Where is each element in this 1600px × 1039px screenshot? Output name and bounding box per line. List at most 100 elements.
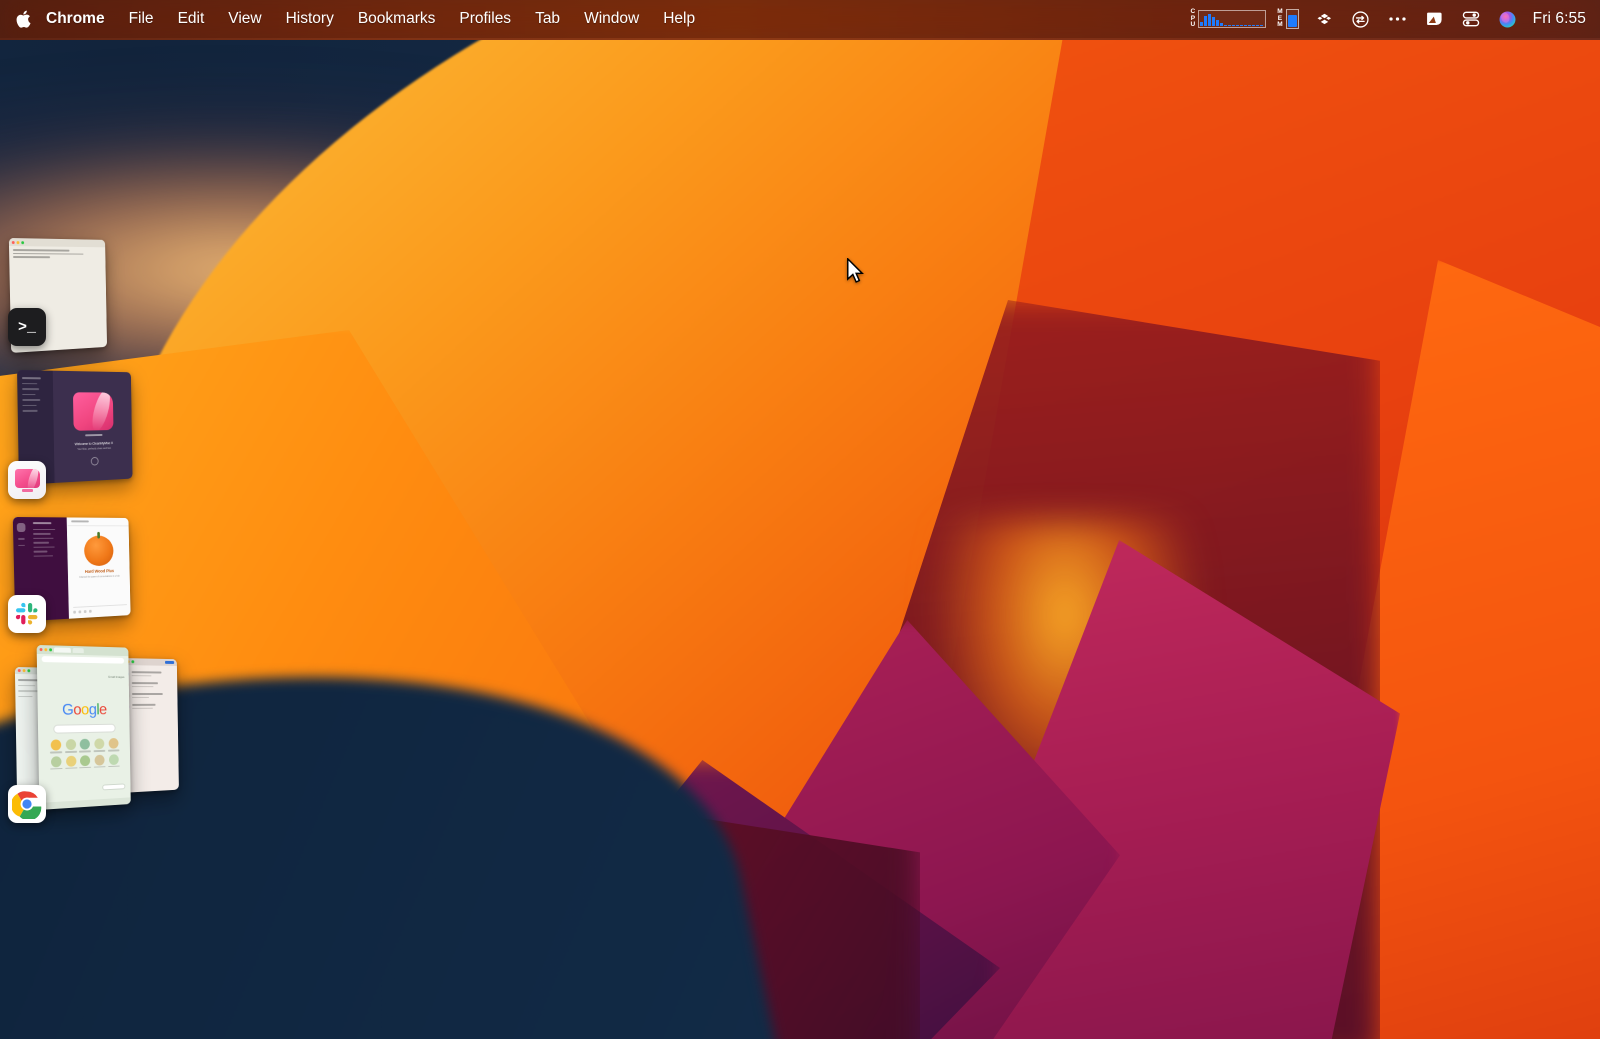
- cpu-graph: [1198, 10, 1267, 28]
- chrome-shortcut-favicon: [65, 755, 77, 767]
- chrome-shortcut-label: [50, 751, 63, 754]
- memory-monitor[interactable]: MEM: [1271, 0, 1306, 38]
- cpu-bar-12: [1248, 25, 1252, 26]
- chrome-shortcut-favicon: [50, 739, 62, 751]
- mem-gauge: [1285, 9, 1299, 29]
- browser-tab[interactable]: [72, 647, 84, 654]
- chrome-shortcut-label: [93, 749, 106, 752]
- display-shape-icon[interactable]: [1416, 0, 1453, 38]
- menu-item-window[interactable]: Window: [572, 6, 651, 32]
- zoom-button[interactable]: [21, 240, 25, 244]
- menu-bar-status-area: CPU MEM Fri 6:55: [1182, 0, 1600, 38]
- dropbox-icon[interactable]: [1307, 0, 1342, 38]
- chrome-shortcut-tile[interactable]: [50, 739, 63, 754]
- cpu-bar-2: [1208, 13, 1212, 26]
- cpu-bar-6: [1224, 24, 1228, 26]
- slack-message-pane: Hard Wood Plus Channel the power of conv…: [67, 517, 131, 619]
- cpu-bar-8: [1232, 25, 1236, 26]
- chrome-shortcut-tile[interactable]: [64, 739, 78, 753]
- minimize-button[interactable]: [16, 240, 20, 244]
- chrome-tab-strip[interactable]: [36, 644, 129, 657]
- menu-item-view[interactable]: View: [216, 6, 273, 32]
- cpu-monitor[interactable]: CPU: [1182, 0, 1272, 38]
- terminal-app-icon[interactable]: >_: [8, 308, 46, 346]
- slack-headline: Hard Wood Plus: [84, 568, 114, 574]
- cpu-bar-1: [1204, 15, 1208, 26]
- close-button[interactable]: [11, 240, 15, 244]
- chrome-shortcut-tile[interactable]: [93, 738, 106, 752]
- cpu-bar-11: [1244, 25, 1248, 26]
- cpu-bar-0: [1200, 21, 1204, 26]
- window-thumbnail-slack[interactable]: Hard Wood Plus Channel the power of conv…: [0, 505, 160, 640]
- slack-subhead: Channel the power of conversations in a …: [79, 574, 120, 579]
- menu-item-bookmarks[interactable]: Bookmarks: [346, 6, 448, 32]
- menu-item-history[interactable]: History: [274, 6, 346, 32]
- arrow-pointer-cursor: [847, 258, 864, 283]
- cpu-bar-3: [1212, 17, 1216, 26]
- cleanmymac-app-icon[interactable]: [8, 461, 46, 499]
- chrome-shortcut-tile[interactable]: [93, 754, 106, 768]
- chrome-shortcut-favicon: [94, 738, 105, 750]
- cpu-label: CPU: [1190, 8, 1196, 29]
- chrome-shortcut-label: [79, 766, 92, 769]
- apple-menu-icon[interactable]: [0, 10, 34, 28]
- chrome-logo-glyph: [12, 791, 42, 819]
- chrome-shortcut-favicon: [94, 754, 105, 766]
- window-thumbnail-terminal[interactable]: >_: [0, 230, 150, 365]
- sync-circle-icon[interactable]: [1342, 0, 1379, 38]
- chrome-app-icon[interactable]: [8, 785, 46, 823]
- menu-item-profiles[interactable]: Profiles: [447, 6, 523, 32]
- ellipsis-icon[interactable]: [1379, 0, 1416, 38]
- chrome-shortcut-label: [65, 766, 78, 769]
- cleanmymac-subhead: Your Mac, perfectly clean and fast: [77, 446, 111, 451]
- menubar-clock[interactable]: Fri 6:55: [1526, 10, 1586, 28]
- menu-item-file[interactable]: File: [117, 6, 166, 32]
- cpu-bar-7: [1228, 25, 1232, 26]
- control-center-icon[interactable]: [1453, 0, 1489, 38]
- menu-item-help[interactable]: Help: [651, 6, 707, 32]
- desktop-screen: Chrome File Edit View History Bookmarks …: [0, 0, 1600, 1039]
- cpu-bar-13: [1252, 25, 1256, 26]
- menu-item-tab[interactable]: Tab: [523, 6, 572, 32]
- chrome-shortcut-tile[interactable]: [107, 737, 120, 752]
- slack-hero-graphic: [84, 535, 114, 567]
- cleanmymac-stand-glyph: [21, 489, 33, 492]
- cpu-bar-9: [1236, 25, 1240, 26]
- chrome-shortcut-favicon: [80, 738, 91, 750]
- browser-tab[interactable]: [53, 647, 71, 653]
- chrome-shortcut-label: [107, 765, 120, 768]
- desktop-wallpaper: [0, 0, 1600, 1039]
- minimize-button[interactable]: [44, 648, 48, 652]
- cpu-bar-10: [1240, 25, 1244, 26]
- chrome-customize-button[interactable]: [102, 783, 126, 791]
- chrome-shortcut-tile[interactable]: [79, 738, 92, 753]
- google-search-box[interactable]: [53, 723, 116, 734]
- zoom-button[interactable]: [49, 648, 53, 652]
- menu-item-chrome[interactable]: Chrome: [36, 6, 117, 32]
- chrome-shortcut-favicon: [65, 739, 77, 751]
- close-button[interactable]: [39, 648, 43, 652]
- chrome-shortcut-favicon: [108, 737, 119, 749]
- chrome-foreground-window-preview[interactable]: Gmail Images Google: [36, 644, 131, 810]
- mem-label: MEM: [1277, 8, 1283, 29]
- chrome-shortcut-label: [93, 765, 106, 768]
- chrome-address-bar[interactable]: [41, 656, 125, 664]
- chrome-shortcut-tile[interactable]: [50, 755, 63, 770]
- chrome-shortcut-label: [107, 749, 120, 752]
- cpu-bar-5: [1220, 22, 1224, 26]
- chrome-shortcut-tile[interactable]: [79, 754, 92, 769]
- window-thumbnail-cleanmymac[interactable]: Welcome to CleanMyMac X Your Mac, perfec…: [0, 365, 160, 500]
- window-thumbnail-chrome[interactable]: Gmail Images Google: [0, 625, 200, 835]
- menu-item-edit[interactable]: Edit: [166, 6, 217, 32]
- chrome-shortcut-label: [64, 750, 78, 753]
- cleanmymac-hero-graphic: [73, 392, 114, 431]
- siri-icon[interactable]: [1489, 0, 1526, 38]
- terminal-text-lines: [9, 246, 105, 261]
- chrome-shortcut-tile[interactable]: [107, 753, 120, 768]
- cpu-bar-4: [1216, 19, 1220, 26]
- chrome-shortcut-label: [79, 750, 92, 753]
- cleanmymac-main-pane: Welcome to CleanMyMac X Your Mac, perfec…: [53, 371, 132, 483]
- chrome-shortcut-tile[interactable]: [65, 755, 78, 769]
- chrome-shortcut-favicon: [80, 754, 91, 766]
- chrome-shortcut-tiles: [38, 732, 130, 770]
